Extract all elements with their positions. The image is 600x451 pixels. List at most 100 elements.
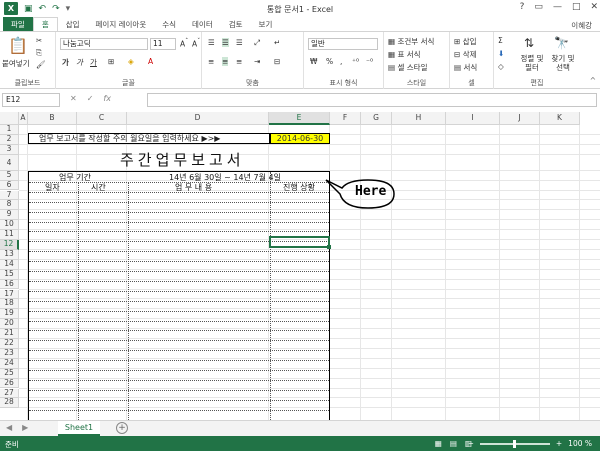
format-cells-button[interactable]: ▤ 서식 (454, 62, 477, 73)
cancel-icon[interactable]: ✕ (70, 94, 77, 103)
align-middle-icon[interactable]: ☰ (222, 38, 229, 47)
column-header-i[interactable]: I (446, 112, 500, 125)
indent-icon[interactable]: ⇥ (254, 57, 260, 66)
grow-font-icon[interactable]: Aˆ (180, 38, 188, 49)
fill-color-icon[interactable]: ◈ (128, 57, 134, 66)
zoom-slider-thumb[interactable] (512, 439, 516, 448)
tab-data[interactable]: 데이터 (184, 17, 221, 31)
align-left-icon[interactable]: ≡ (208, 57, 214, 66)
wrap-text-icon[interactable]: ↵ (274, 38, 280, 47)
instruction-cell[interactable]: 업무 보고서를 작성할 주의 월요일을 입력하세요 ▶>▶ (28, 133, 270, 144)
clear-icon[interactable]: ◇ (498, 62, 504, 71)
font-size-select[interactable]: 11 (150, 38, 176, 50)
column-header-c[interactable]: C (77, 112, 127, 125)
shrink-font-icon[interactable]: Aˇ (192, 38, 200, 49)
column-header-d[interactable]: D (127, 112, 269, 125)
tab-view[interactable]: 보기 (251, 17, 281, 31)
format-painter-icon[interactable]: 🖌 (36, 60, 46, 69)
column-header-a[interactable]: A (19, 112, 28, 125)
formula-input[interactable] (147, 93, 597, 107)
normal-view-icon[interactable]: ▦ (435, 439, 442, 448)
merge-center-icon[interactable]: ⊟ (274, 57, 280, 66)
worksheet-grid[interactable]: ABCDEFGHIJK 1 2 3 4 5 6 7 8 9 10 11 12 13 14 15 16 17 18 1… (0, 112, 600, 420)
row-header-28[interactable]: 28 (0, 397, 19, 409)
redo-icon[interactable]: ↷ (52, 4, 60, 14)
page-layout-view-icon[interactable]: ▤ (450, 439, 457, 448)
insert-cells-button[interactable]: ⊞ 삽입 (454, 36, 477, 47)
sheet-tab-sheet1[interactable]: Sheet1 (58, 421, 100, 436)
row-header-26[interactable]: 26 (0, 378, 19, 389)
close-icon[interactable]: ✕ (590, 2, 598, 12)
copy-icon[interactable]: ⎘ (36, 48, 42, 58)
zoom-out-icon[interactable]: − (468, 439, 474, 448)
font-color-icon[interactable]: A (148, 57, 153, 66)
autosum-icon[interactable]: Σ (498, 36, 503, 45)
italic-button[interactable]: 가 (76, 57, 83, 68)
tab-home[interactable]: 홈 (32, 17, 58, 31)
align-bottom-icon[interactable]: ☰ (236, 38, 243, 47)
help-icon[interactable]: ? (520, 2, 525, 12)
user-name[interactable]: 이혜강 (571, 20, 592, 31)
report-table[interactable]: 업무 기간 14년 6월 30일 ~ 14년 7월 4일 일자 시간 업 무 내… (28, 171, 330, 420)
date-input-cell[interactable]: 2014-06-30 (270, 133, 330, 144)
cut-icon[interactable]: ✂ (36, 36, 42, 45)
borders-icon[interactable]: ⊞ (108, 57, 114, 66)
font-name-select[interactable]: 나눔고딕 (60, 38, 148, 50)
number-format-select[interactable]: 일반 (308, 38, 378, 50)
tab-file[interactable]: 파일 (3, 17, 33, 31)
conditional-format-button[interactable]: ▦ 조건부 서식 (388, 36, 434, 47)
collapse-ribbon-icon[interactable]: ^ (590, 76, 596, 85)
zoom-slider[interactable] (479, 439, 550, 448)
bold-button[interactable]: 가 (62, 57, 69, 68)
cell-styles-button[interactable]: ▤ 셀 스타일 (388, 62, 427, 73)
tab-review[interactable]: 검토 (221, 17, 251, 31)
underline-button[interactable]: 가 (90, 57, 97, 68)
row-header-6[interactable]: 6 (0, 180, 19, 191)
align-center-icon[interactable]: ≡ (222, 57, 229, 66)
column-header-j[interactable]: J (500, 112, 540, 125)
comma-icon[interactable]: , (340, 57, 342, 66)
find-select-button[interactable]: 찾기 및 선택 (548, 54, 578, 72)
row-header-16[interactable]: 16 (0, 279, 19, 290)
format-as-table-button[interactable]: ▦ 표 서식 (388, 49, 421, 60)
paste-icon[interactable]: 📋 (8, 36, 28, 55)
customize-qat-icon[interactable]: ▾ (66, 4, 71, 14)
sort-filter-icon[interactable]: ⇅ (524, 36, 534, 50)
find-select-icon[interactable]: 🔭 (554, 36, 569, 50)
scroll-right-icon[interactable]: ▶ (22, 423, 28, 432)
scroll-left-icon[interactable]: ◀ (6, 423, 12, 432)
currency-icon[interactable]: ₩ (310, 57, 317, 66)
column-header-g[interactable]: G (361, 112, 392, 125)
column-header-k[interactable]: K (540, 112, 580, 125)
report-title[interactable]: 주간업무보고서 (120, 149, 245, 170)
column-header-e[interactable]: E (269, 112, 330, 125)
align-right-icon[interactable]: ≡ (236, 57, 242, 66)
row-header-4[interactable]: 4 (0, 154, 19, 171)
ribbon-display-icon[interactable]: ▭ (534, 2, 543, 12)
orientation-icon[interactable]: ⤢ (254, 38, 260, 48)
undo-icon[interactable]: ↶ (39, 4, 47, 14)
tab-insert[interactable]: 삽입 (58, 17, 88, 31)
align-top-icon[interactable]: ☰ (208, 38, 215, 47)
paste-button[interactable]: 붙여넣기 (2, 58, 30, 69)
insert-function-icon[interactable]: fx (103, 94, 111, 103)
delete-cells-button[interactable]: ⊟ 삭제 (454, 49, 477, 60)
zoom-level[interactable]: 100 % (568, 439, 592, 448)
zoom-in-icon[interactable]: + (556, 439, 562, 448)
add-sheet-icon[interactable]: + (116, 422, 128, 434)
minimize-icon[interactable]: — (553, 2, 562, 12)
column-header-h[interactable]: H (392, 112, 446, 125)
percent-button[interactable]: % (326, 57, 333, 66)
enter-icon[interactable]: ✓ (87, 94, 94, 103)
column-header-f[interactable]: F (330, 112, 361, 125)
row-header-3[interactable]: 3 (0, 144, 19, 155)
maximize-icon[interactable]: □ (572, 2, 581, 12)
tab-page-layout[interactable]: 페이지 레이아웃 (88, 17, 155, 31)
decrease-decimal-icon[interactable]: ⁻⁰ (366, 57, 373, 66)
active-cell-e12[interactable] (269, 236, 330, 248)
fill-handle[interactable] (327, 245, 331, 249)
fill-icon[interactable]: ⬇ (498, 49, 504, 58)
sort-filter-button[interactable]: 정렬 및 필터 (518, 54, 546, 72)
name-box[interactable]: E12 (2, 93, 60, 107)
tab-formulas[interactable]: 수식 (154, 17, 184, 31)
